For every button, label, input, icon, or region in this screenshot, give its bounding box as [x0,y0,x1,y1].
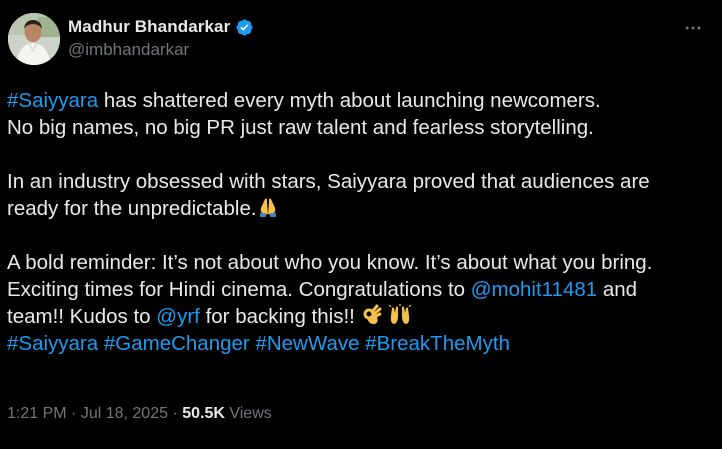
text-line: A bold reminder: It’s not about who you … [7,251,653,274]
text-line: In an industry obsessed with stars, Saiy… [7,170,650,193]
text-line: No big names, no big PR just raw talent … [7,116,594,139]
author-names: Madhur Bhandarkar @imbhandarkar [68,15,254,60]
tweet: Madhur Bhandarkar @imbhandarkar #Saiyyar… [0,0,722,449]
text-line: #Saiyyara has shattered every myth about… [7,87,717,114]
hashtag-link[interactable]: #Saiyyara [7,89,98,112]
text-segment: and [597,278,638,301]
text-segment: has shattered every myth about launching… [98,89,601,112]
more-options-icon[interactable] [678,13,708,43]
text-segment: ready for the unpredictable. [7,197,257,220]
handle[interactable]: @imbhandarkar [68,40,254,60]
tweet-header: Madhur Bhandarkar @imbhandarkar [8,13,714,67]
tweet-time[interactable]: 1:21 PM [7,405,67,422]
text-line: ready for the unpredictable. [7,195,717,222]
mention-link[interactable]: @yrf [156,305,200,328]
avatar[interactable] [8,13,60,65]
views-label: Views [224,405,272,422]
text-line: Exciting times for Hindi cinema. Congrat… [7,276,717,303]
text-segment: Exciting times for Hindi cinema. Congrat… [7,278,471,301]
views-count: 50.5K [182,405,225,422]
hashtag-link[interactable]: #GameChanger [104,332,250,355]
hashtag-link[interactable]: #BreakTheMyth [365,332,510,355]
mention-link[interactable]: @mohit11481 [471,278,597,301]
tweet-text: #Saiyyara has shattered every myth about… [7,87,717,357]
tweet-date[interactable]: Jul 18, 2025 [81,405,168,422]
meta-separator: · [168,405,183,422]
meta-separator: · [66,405,81,422]
raising-hands-emoji [388,304,412,333]
tweet-meta: 1:21 PM · Jul 18, 2025 · 50.5K Views [7,405,272,423]
verified-badge-icon [235,18,254,37]
hashtags-line: #Saiyyara #GameChanger #NewWave #BreakTh… [7,330,717,357]
hashtag-link[interactable]: #Saiyyara [7,332,98,355]
display-name[interactable]: Madhur Bhandarkar [68,17,230,37]
text-segment: for backing this!! [199,305,361,328]
folded-hands-emoji [257,196,279,225]
text-segment: team!! Kudos to [7,305,157,328]
display-name-row: Madhur Bhandarkar [68,15,254,39]
ok-hand-emoji [361,304,383,333]
hashtag-link[interactable]: #NewWave [255,332,359,355]
text-line: team!! Kudos to @yrf for backing this!! [7,303,717,330]
